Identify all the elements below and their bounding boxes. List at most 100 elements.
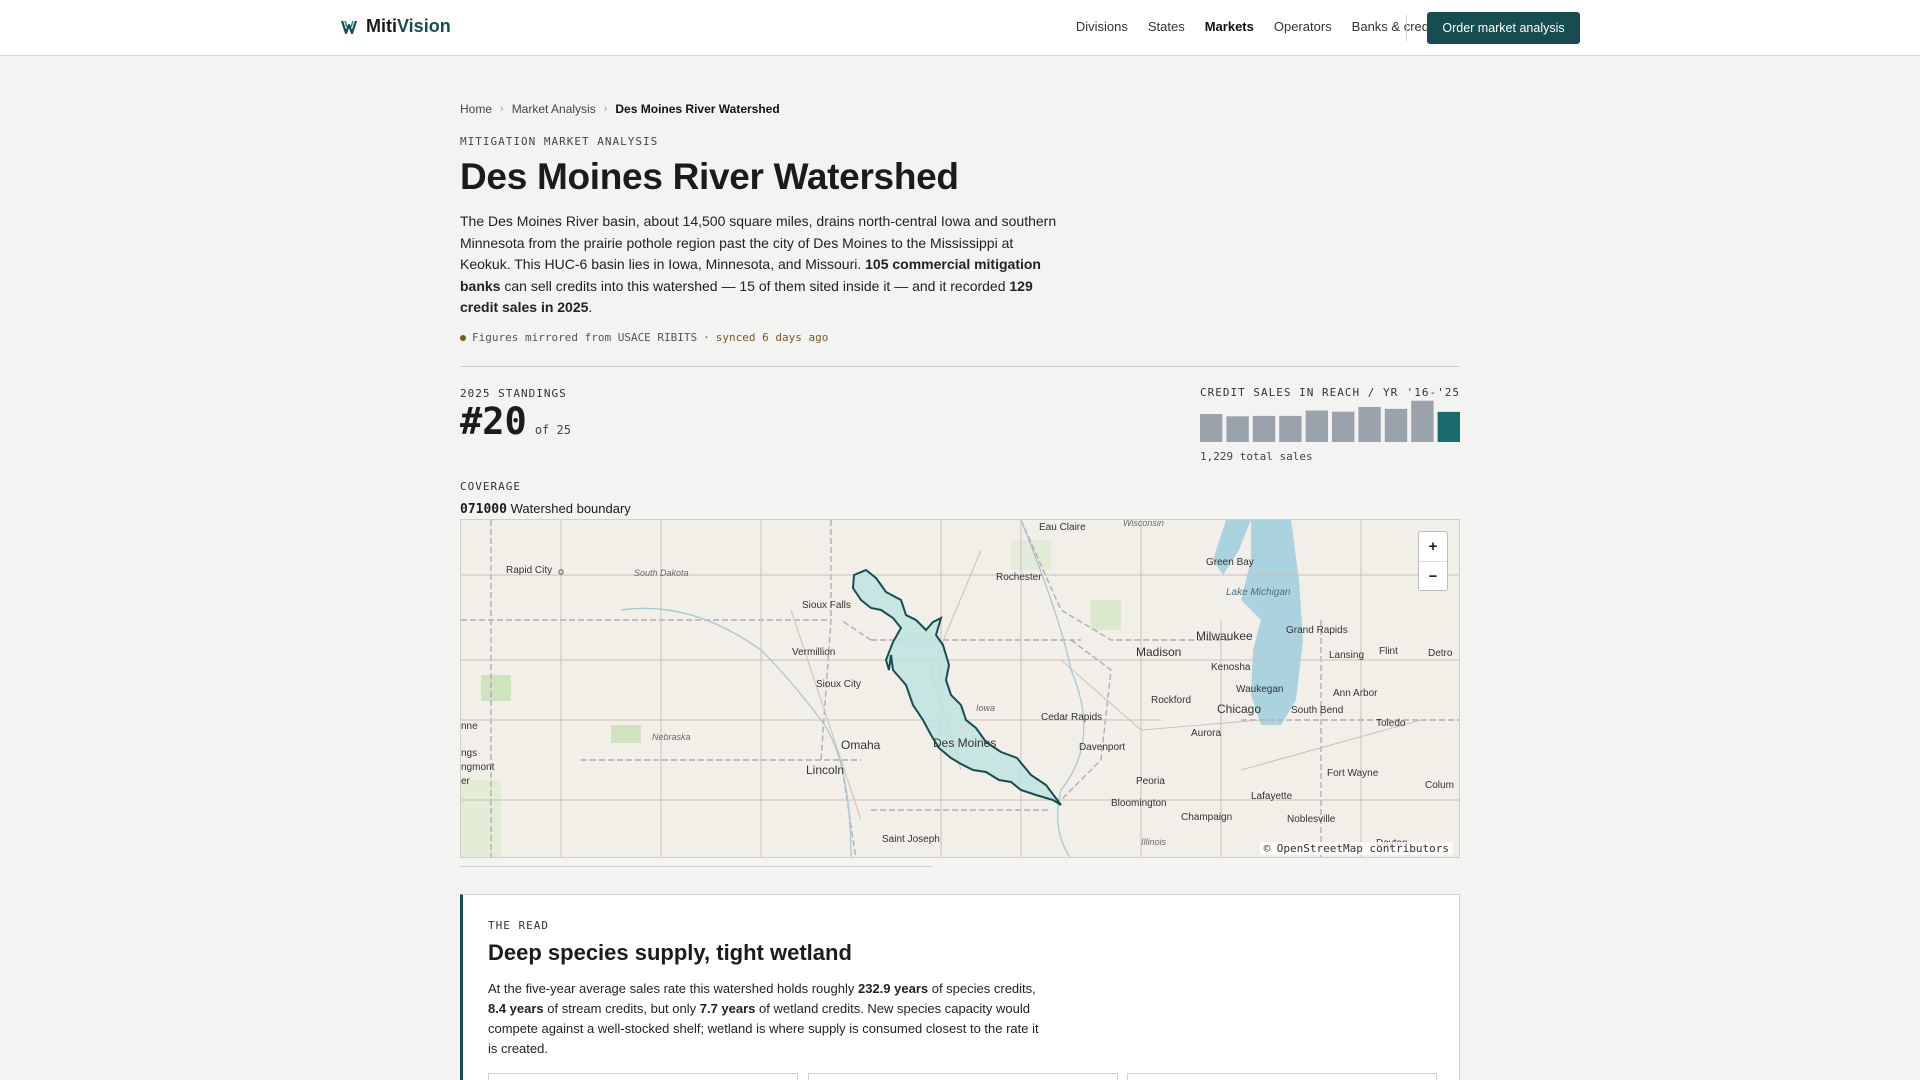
map-city: Lafayette bbox=[1251, 791, 1293, 802]
nav-divider bbox=[1406, 15, 1407, 41]
breadcrumb-market-analysis[interactable]: Market Analysis bbox=[512, 102, 596, 116]
map-city: Rapid City bbox=[506, 565, 552, 576]
nav-item-divisions[interactable]: Divisions bbox=[1076, 19, 1128, 34]
sales-chart-title: CREDIT SALES IN REACH / YR bbox=[1200, 386, 1399, 399]
map-city: Green Bay bbox=[1206, 557, 1254, 568]
main-nav: Divisions States Markets Operators Banks… bbox=[1076, 19, 1442, 34]
nav-item-states[interactable]: States bbox=[1148, 19, 1185, 34]
map-city: Bloomington bbox=[1111, 798, 1167, 809]
map-city: Flint bbox=[1379, 646, 1398, 657]
intro-text-2: can sell credits into this watershed — 1… bbox=[500, 277, 1010, 294]
map-city: Aurora bbox=[1191, 728, 1221, 739]
section-divider bbox=[460, 366, 1460, 367]
read-bold-wetland: 7.7 years bbox=[699, 1001, 756, 1016]
map-zoom-control: + − bbox=[1418, 531, 1448, 591]
metric-card bbox=[488, 1073, 798, 1080]
logo-icon bbox=[340, 20, 358, 34]
read-text-3: of stream credits, but only bbox=[543, 1001, 700, 1016]
map-region: Iowa bbox=[976, 703, 995, 713]
zoom-out-button[interactable]: − bbox=[1419, 561, 1447, 590]
nav-item-operators[interactable]: Operators bbox=[1274, 19, 1332, 34]
map-city: Rockford bbox=[1151, 695, 1191, 706]
map-park bbox=[611, 725, 641, 743]
zoom-in-button[interactable]: + bbox=[1419, 532, 1447, 561]
watershed-map[interactable]: Rapid City Sioux Falls Vermillion Sioux … bbox=[460, 519, 1460, 858]
chevron-right-icon: › bbox=[603, 103, 608, 115]
sales-bar-2017 bbox=[1226, 416, 1249, 442]
map-scroll-divider bbox=[460, 866, 932, 867]
sync-age: synced 6 days ago bbox=[715, 331, 829, 344]
intro-paragraph: The Des Moines River basin, about 14,500… bbox=[460, 211, 1058, 319]
map-region: Illinois bbox=[1141, 837, 1167, 847]
map-city: Des Moines bbox=[933, 736, 996, 750]
read-heading: Deep species supply, tight wetland bbox=[488, 940, 852, 965]
sales-bar-2022 bbox=[1358, 407, 1381, 442]
map-city: Waukegan bbox=[1236, 684, 1283, 695]
map-city: Madison bbox=[1136, 645, 1181, 659]
map-city: Lincoln bbox=[806, 763, 844, 777]
map-city: Fort Wayne bbox=[1327, 768, 1379, 779]
map-city: Colum bbox=[1425, 780, 1454, 791]
map-city: Sioux City bbox=[816, 679, 861, 690]
watershed-boundary[interactable] bbox=[851, 568, 1062, 806]
map-city: ngmont bbox=[461, 762, 495, 773]
sales-bar-2019 bbox=[1279, 415, 1302, 442]
sync-separator: · bbox=[703, 331, 710, 344]
map-city: Grand Rapids bbox=[1286, 625, 1348, 636]
map-region: Wisconsin bbox=[1123, 520, 1164, 528]
order-market-analysis-button[interactable]: Order market analysis bbox=[1427, 12, 1580, 44]
status-dot-icon bbox=[460, 334, 466, 341]
map-city: Lansing bbox=[1329, 650, 1364, 661]
sales-chart-range: '16-'25 bbox=[1406, 386, 1460, 399]
brand-name-part2: Vision bbox=[397, 16, 451, 36]
breadcrumb: Home › Market Analysis › Des Moines Rive… bbox=[460, 102, 780, 116]
brand-name-part1: Miti bbox=[366, 16, 397, 36]
chevron-right-icon: › bbox=[500, 103, 504, 115]
map-canvas[interactable]: Rapid City Sioux Falls Vermillion Sioux … bbox=[461, 520, 1460, 858]
top-navigation-bar: MitiVision Divisions States Markets Oper… bbox=[0, 0, 1920, 56]
map-city: Eau Claire bbox=[1039, 522, 1086, 533]
read-bold-species: 232.9 years bbox=[857, 981, 929, 996]
map-park bbox=[461, 780, 501, 857]
map-city: Omaha bbox=[841, 738, 881, 752]
map-city: ngs bbox=[461, 748, 477, 759]
nav-item-markets[interactable]: Markets bbox=[1205, 19, 1254, 34]
map-city: Cedar Rapids bbox=[1041, 712, 1102, 723]
coverage-label: COVERAGE bbox=[460, 480, 521, 493]
standings-label: 2025 STANDINGS bbox=[460, 387, 567, 400]
map-city: Noblesville bbox=[1287, 814, 1336, 825]
read-text-2: of species credits, bbox=[928, 981, 1036, 996]
map-city: Vermillion bbox=[792, 647, 835, 658]
breadcrumb-home[interactable]: Home bbox=[460, 102, 492, 116]
map-city: nne bbox=[461, 721, 478, 732]
map-region: Nebraska bbox=[652, 732, 691, 742]
map-city: Saint Joseph bbox=[882, 834, 940, 845]
the-read-card: THE READ Deep species supply, tight wetl… bbox=[460, 894, 1460, 1080]
map-city: Ann Arbor bbox=[1333, 688, 1378, 699]
metric-card bbox=[1127, 1073, 1437, 1080]
sales-chart-label: CREDIT SALES IN REACH / YR '16-'25 bbox=[1200, 386, 1460, 399]
page-title: Des Moines River Watershed bbox=[460, 156, 959, 197]
map-city: Peoria bbox=[1136, 776, 1165, 787]
read-label: THE READ bbox=[488, 919, 549, 932]
map-city: Toledo bbox=[1376, 718, 1406, 729]
map-city: Milwaukee bbox=[1196, 629, 1253, 643]
rank-number: #20 bbox=[460, 400, 527, 443]
read-paragraph: At the five-year average sales rate this… bbox=[488, 979, 1048, 1059]
sync-status: Figures mirrored from USACE RIBITS · syn… bbox=[460, 331, 828, 344]
map-city: Kenosha bbox=[1211, 662, 1251, 673]
standings-rank: #20 of 25 bbox=[460, 400, 571, 443]
sales-bar-chart bbox=[1200, 400, 1460, 442]
metric-card bbox=[808, 1073, 1118, 1080]
map-region: Lake Michigan bbox=[1226, 587, 1291, 598]
sales-bar-2016 bbox=[1200, 414, 1223, 442]
brand-logo[interactable]: MitiVision bbox=[340, 16, 451, 37]
map-city: Rochester bbox=[996, 572, 1042, 583]
map-city: Davenport bbox=[1079, 742, 1125, 753]
sales-total: 1,229 total sales bbox=[1200, 450, 1313, 463]
coverage-code: 071000 bbox=[460, 502, 507, 517]
sales-bar-2024 bbox=[1411, 400, 1434, 442]
map-city: Sioux Falls bbox=[802, 600, 851, 611]
read-text-1: At the five-year average sales rate this… bbox=[488, 981, 858, 996]
map-attribution[interactable]: © OpenStreetMap contributors bbox=[1259, 842, 1453, 855]
